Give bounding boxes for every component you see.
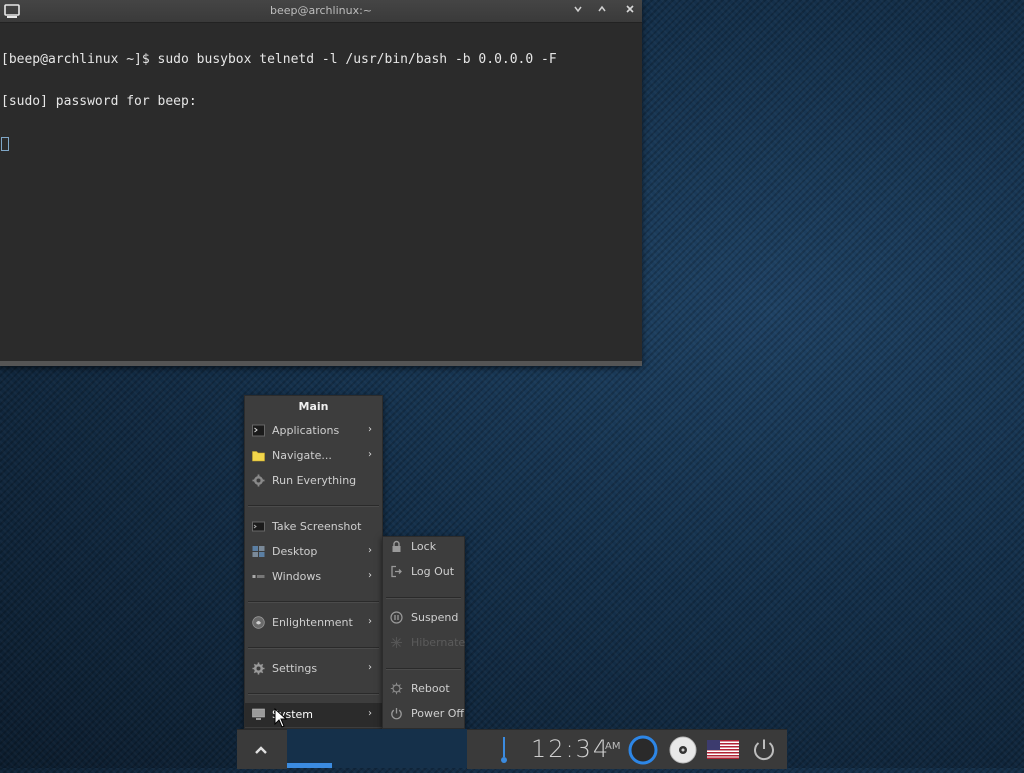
chevron-right-icon: › [368, 570, 372, 581]
taskbar-active-indicator [287, 763, 332, 768]
system-submenu: Lock Log Out Suspend Hibernate Reboot Po… [382, 536, 465, 729]
mouse-cursor-icon [274, 708, 288, 728]
screenshot-icon [252, 521, 265, 532]
chevron-right-icon: › [368, 708, 372, 719]
suspend-icon [390, 611, 403, 624]
chevron-down-icon [574, 6, 582, 13]
chevron-right-icon: › [368, 424, 372, 435]
chevron-right-icon: › [368, 662, 372, 673]
chevron-right-icon: › [368, 545, 372, 556]
terminal-titlebar[interactable]: beep@archlinux:~ [0, 0, 642, 23]
taskbar-strip[interactable] [287, 729, 467, 768]
menu-item-system[interactable]: System › [245, 703, 382, 727]
thermometer-icon[interactable] [499, 735, 509, 765]
chevron-right-icon: › [368, 449, 372, 460]
menu-item-label: Reboot [411, 682, 450, 695]
menu-separator [386, 668, 461, 670]
desktop-icon [252, 546, 265, 557]
menu-item-label: Hibernate [411, 636, 466, 649]
terminal-bottom-edge [0, 361, 642, 366]
lock-icon [392, 540, 401, 552]
menu-item-reboot[interactable]: Reboot [383, 677, 464, 701]
menu-separator [248, 505, 379, 507]
minimize-button[interactable] [570, 3, 586, 19]
menu-item-hibernate: Hibernate [383, 631, 466, 655]
close-icon [626, 5, 634, 13]
menu-item-take-screenshot[interactable]: Take Screenshot [245, 515, 382, 539]
us-flag-icon[interactable] [707, 740, 739, 759]
maximize-button[interactable] [594, 3, 610, 19]
menu-item-label: Desktop [272, 545, 318, 558]
menu-separator [248, 647, 379, 649]
menu-item-label: Navigate... [272, 449, 332, 462]
menu-separator [386, 597, 461, 599]
menu-item-power-off[interactable]: Power Off [383, 702, 464, 726]
menu-item-label: Enlightenment [272, 616, 353, 629]
windows-icon [252, 575, 265, 578]
terminal-icon [252, 424, 265, 437]
menu-item-enlightenment[interactable]: Enlightenment › [245, 611, 382, 635]
menu-item-applications[interactable]: Applications › [245, 419, 382, 443]
start-menu-button[interactable] [237, 730, 287, 769]
logout-icon [391, 565, 402, 578]
menu-item-desktop[interactable]: Desktop › [245, 540, 382, 564]
monitor-icon [252, 708, 265, 720]
menu-item-label: Windows [272, 570, 322, 583]
menu-item-label: Log Out [411, 565, 455, 578]
enlightenment-icon [252, 616, 265, 629]
power-icon [391, 708, 402, 720]
menu-item-label: Run Everything [272, 474, 357, 487]
menu-item-windows[interactable]: Windows › [245, 565, 382, 589]
folder-icon [252, 451, 265, 462]
reboot-icon [390, 682, 403, 695]
menu-item-settings[interactable]: Settings › [245, 657, 382, 681]
main-menu: Main Applications › Navigate... › Run Ev… [244, 395, 383, 729]
terminal-output[interactable]: [beep@archlinux ~]$ sudo busybox telnetd… [0, 23, 642, 361]
menu-item-lock[interactable]: Lock [383, 535, 464, 559]
menu-item-label: Lock [411, 540, 437, 553]
menu-item-run-everything[interactable]: Run Everything [245, 469, 382, 493]
shelf-right: 12:34 AM [467, 729, 787, 769]
menu-title: Main [298, 400, 329, 413]
terminal-line: [beep@archlinux ~]$ sudo busybox telnetd… [1, 52, 557, 67]
chevron-up-icon [255, 746, 267, 754]
menu-item-label: Suspend [411, 611, 459, 624]
gear-icon [252, 662, 265, 675]
hibernate-icon [391, 637, 402, 648]
menu-separator [248, 601, 379, 603]
menu-item-suspend[interactable]: Suspend [383, 606, 464, 630]
text-cursor [1, 137, 9, 151]
chevron-up-icon [598, 5, 606, 12]
shelf-left [237, 729, 287, 769]
gear-icon [252, 474, 265, 487]
clock-ampm: AM [605, 741, 621, 752]
menu-item-label: Settings [272, 662, 318, 675]
pager-circle-icon[interactable] [627, 734, 659, 766]
terminal-line: [sudo] password for beep: [1, 94, 197, 109]
window-title: beep@archlinux:~ [269, 4, 373, 17]
menu-item-label: Applications [272, 424, 340, 437]
terminal-window[interactable]: beep@archlinux:~ [beep@archlinux ~]$ sud… [0, 0, 642, 366]
clock-time[interactable]: 12:34 [531, 735, 610, 763]
close-button[interactable] [622, 3, 638, 19]
menu-separator [248, 693, 379, 695]
power-icon[interactable] [751, 737, 777, 763]
disc-icon[interactable] [668, 735, 698, 765]
menu-item-label: Power Off [411, 707, 464, 720]
chevron-right-icon: › [368, 616, 372, 627]
menu-item-navigate[interactable]: Navigate... › [245, 444, 382, 468]
menu-item-label: Take Screenshot [272, 520, 362, 533]
terminal-cursor-line [1, 137, 641, 151]
menu-item-log-out[interactable]: Log Out [383, 560, 464, 584]
